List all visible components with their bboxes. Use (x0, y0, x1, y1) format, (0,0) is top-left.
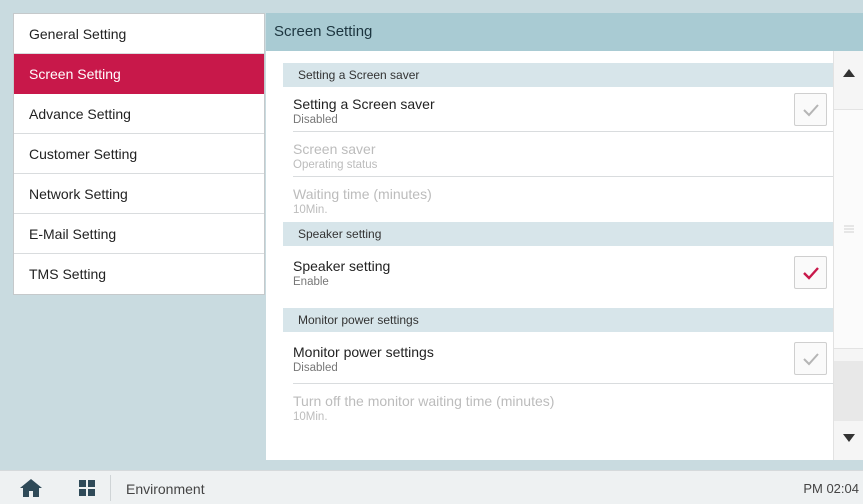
sidebar-item-network[interactable]: Network Setting (14, 174, 264, 214)
sidebar-item-general[interactable]: General Setting (14, 14, 264, 54)
section-header-speaker: Speaker setting (283, 222, 833, 246)
grip-icon (843, 225, 854, 233)
apps-button[interactable] (79, 480, 95, 496)
app-window: General Setting Screen Setting Advance S… (0, 0, 863, 504)
setting-row-monitor-power[interactable]: Monitor power settings Disabled (293, 332, 833, 384)
setting-row-screensaver[interactable]: Setting a Screen saver Disabled (293, 87, 833, 132)
settings-list: Setting a Screen saver Setting a Screen … (283, 63, 833, 429)
divider (110, 475, 111, 501)
clock: PM 02:04 (803, 481, 859, 496)
checkmark-icon (802, 103, 819, 116)
setting-title: Screen saver (293, 141, 376, 157)
setting-status: Disabled (293, 362, 338, 374)
checkmark-icon (802, 352, 819, 365)
sidebar-item-tms[interactable]: TMS Setting (14, 254, 264, 294)
speaker-checkbox[interactable] (794, 256, 827, 289)
setting-title: Setting a Screen saver (293, 96, 435, 112)
checkmark-icon (802, 266, 819, 280)
sidebar-item-advance[interactable]: Advance Setting (14, 94, 264, 134)
arrow-up-icon (842, 69, 855, 77)
scroll-thumb[interactable] (834, 109, 863, 349)
sidebar-item-customer[interactable]: Customer Setting (14, 134, 264, 174)
setting-row-speaker[interactable]: Speaker setting Enable (293, 246, 833, 298)
setting-row-monitor-waiting-time: Turn off the monitor waiting time (minut… (293, 384, 833, 429)
bottom-bar: Environment PM 02:04 (0, 470, 863, 504)
settings-panel: Setting a Screen saver Setting a Screen … (266, 51, 863, 460)
screensaver-checkbox[interactable] (794, 93, 827, 126)
arrow-down-icon (842, 434, 855, 442)
setting-row-waiting-time: Waiting time (minutes) 10Min. (293, 177, 833, 222)
setting-status: 10Min. (293, 411, 328, 423)
breadcrumb: Environment (126, 481, 205, 497)
section-header-screensaver: Setting a Screen saver (283, 63, 833, 87)
setting-title: Speaker setting (293, 258, 391, 274)
scroll-up-button[interactable] (834, 53, 863, 93)
setting-row-screensaver-type: Screen saver Operating status (293, 132, 833, 177)
setting-status: Disabled (293, 114, 338, 126)
setting-title: Monitor power settings (293, 344, 434, 360)
panel-title: Screen Setting (266, 13, 863, 51)
setting-status: Operating status (293, 159, 378, 171)
scroll-track[interactable] (834, 361, 863, 421)
home-icon (20, 479, 42, 497)
grid-icon (79, 480, 95, 496)
scroll-down-button[interactable] (834, 418, 863, 458)
sidebar-item-screen[interactable]: Screen Setting (14, 54, 264, 94)
section-header-monitor: Monitor power settings (283, 308, 833, 332)
monitor-power-checkbox[interactable] (794, 342, 827, 375)
panel-scrollbar[interactable] (833, 51, 863, 460)
sidebar-item-email[interactable]: E-Mail Setting (14, 214, 264, 254)
home-button[interactable] (20, 479, 42, 497)
settings-sidebar: General Setting Screen Setting Advance S… (13, 13, 265, 295)
setting-title: Waiting time (minutes) (293, 186, 432, 202)
setting-status: Enable (293, 276, 329, 288)
setting-status: 10Min. (293, 204, 328, 216)
setting-title: Turn off the monitor waiting time (minut… (293, 393, 555, 409)
